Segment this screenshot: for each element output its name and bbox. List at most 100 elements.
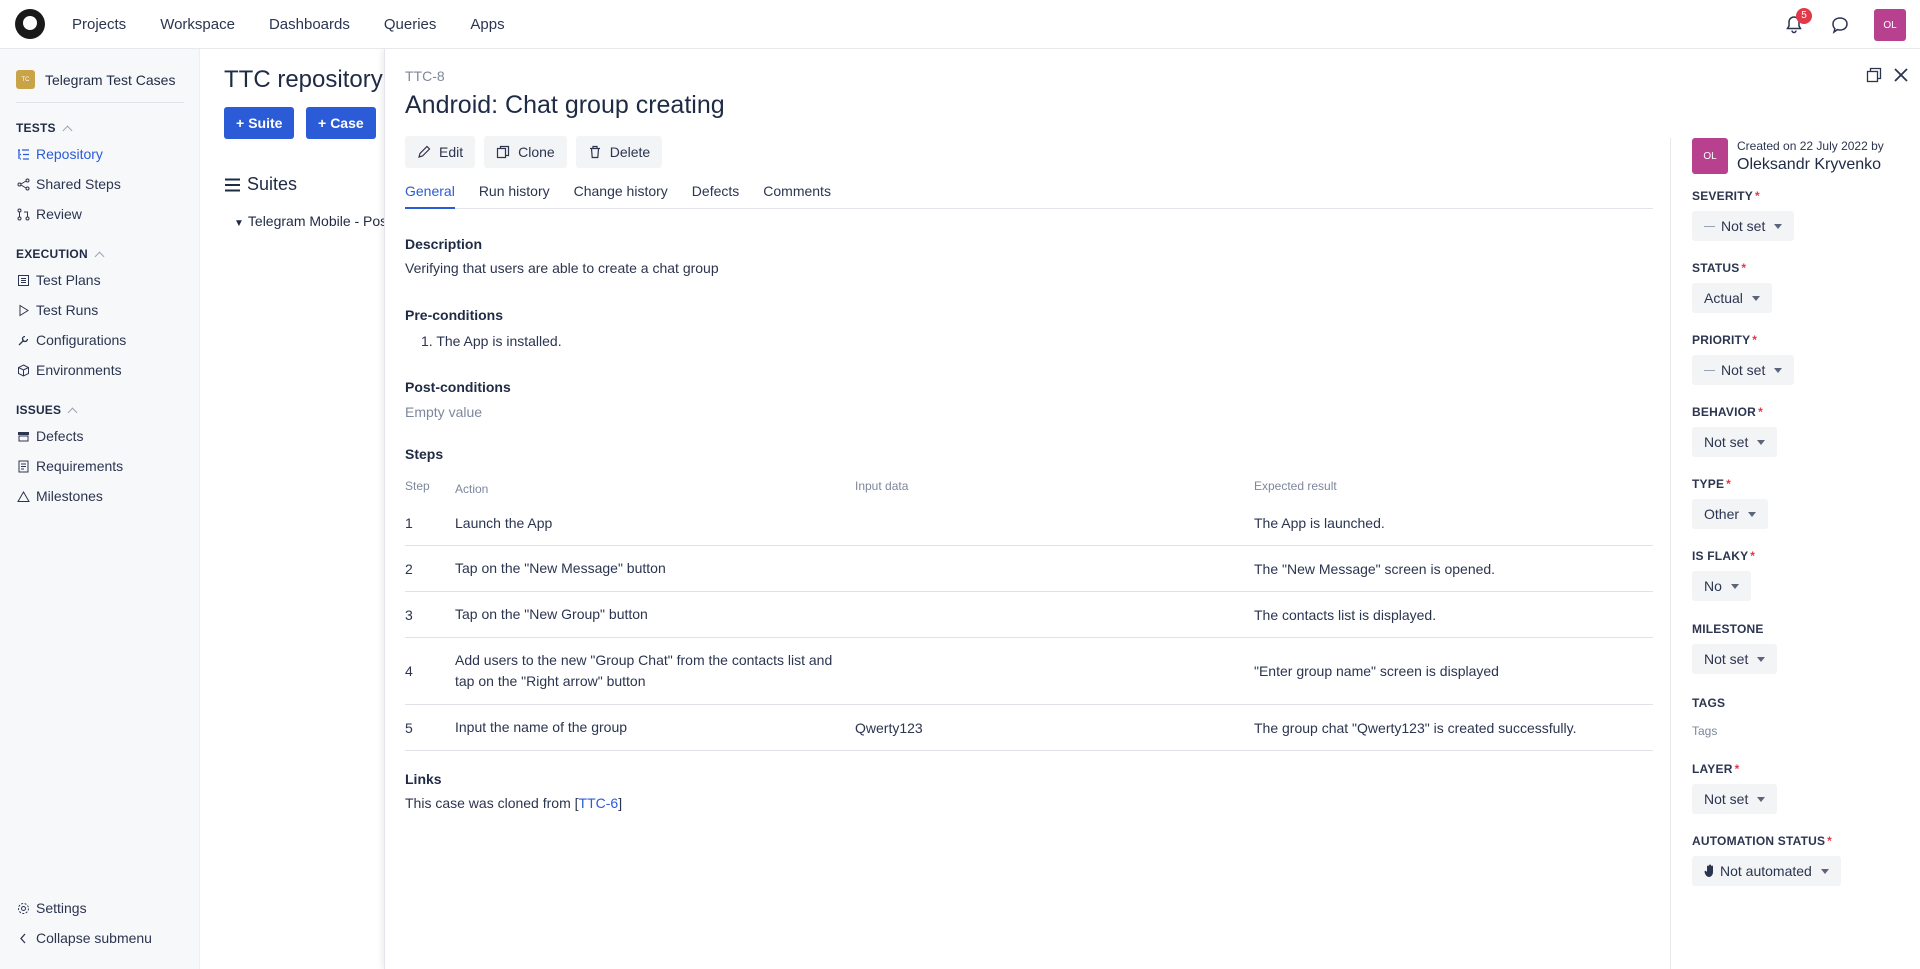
table-row[interactable]: 5 Input the name of the group Qwerty123 … [405,705,1653,751]
suites-heading: Suites [224,174,297,195]
play-icon [19,304,29,316]
open-in-window-icon[interactable] [1866,67,1882,83]
tags-label: TAGS [1692,696,1726,710]
nav-dashboards[interactable]: Dashboards [269,16,350,33]
is-flaky-select[interactable]: No [1692,571,1751,601]
caret-down-icon [1757,796,1766,802]
sidebar-item-milestones[interactable]: Milestones [0,481,199,511]
required-mark: * [1741,261,1747,275]
step-expected: "Enter group name" screen is displayed [1254,663,1499,679]
section-tests-label: TESTS [16,121,56,135]
section-tests[interactable]: TESTS [16,121,199,135]
add-case-label: Case [330,115,364,131]
user-avatar[interactable]: OL [1874,9,1906,41]
step-action: Launch the App [455,514,553,531]
sidebar-item-configurations[interactable]: Configurations [0,325,199,355]
sidebar-item-test-runs[interactable]: Test Runs [0,295,199,325]
add-case-button[interactable]: + Case [306,107,376,139]
required-mark: * [1758,405,1763,419]
field-is-flaky: IS FLAKY * No [1692,549,1755,601]
step-expected: The group chat "Qwerty123" is created su… [1254,719,1577,736]
sidebar-item-settings[interactable]: Settings [0,893,200,923]
steps-header-row: Step Action Input data Expected result [405,479,1653,501]
sidebar-item-review[interactable]: Review [0,199,199,229]
sidebar-item-repository[interactable]: Repository [0,139,199,169]
links-label: Links [405,771,442,787]
document-icon [18,460,29,472]
automation-status-select[interactable]: Not automated [1692,856,1841,886]
hamburger-icon[interactable] [224,178,242,192]
clone-button[interactable]: Clone [484,136,567,168]
gear-icon [18,902,29,914]
trash-icon [589,145,600,159]
sidebar-item-requirements[interactable]: Requirements [0,451,199,481]
add-suite-button[interactable]: + Suite [224,107,295,139]
required-mark: * [1750,549,1756,563]
tab-general[interactable]: General [405,179,455,209]
suite-tree-item[interactable]: ▼ Telegram Mobile - Pos [234,213,387,229]
table-row[interactable]: 3 Tap on the "New Group" button The cont… [405,592,1653,638]
steps-col-action: Action [455,482,489,496]
share-nodes-icon [17,178,30,190]
case-id: TTC-8 [405,68,445,84]
severity-select[interactable]: Not set [1692,211,1795,241]
behavior-value: Not set [1704,434,1749,450]
notifications-bell-icon[interactable]: 5 [1784,8,1812,35]
field-layer: LAYER * Not set [1692,762,1778,814]
behavior-select[interactable]: Not set [1692,427,1778,457]
required-mark: * [1752,333,1758,347]
project-icon: TC [16,70,35,89]
field-status: STATUS * Actual [1692,261,1772,313]
field-type: TYPE * Other [1692,477,1769,529]
section-execution-label: EXECUTION [16,247,88,261]
caret-down-icon[interactable]: ▼ [234,218,244,229]
chat-icon[interactable] [1830,15,1850,35]
close-icon[interactable] [1893,67,1909,83]
step-action: Tap on the "New Group" button [455,606,648,622]
tab-defects[interactable]: Defects [692,179,739,209]
pencil-icon [418,145,431,158]
sidebar: TC Telegram Test Cases TESTS Repository … [0,49,200,969]
cloned-from-link[interactable]: TTC-6 [579,795,619,811]
delete-button[interactable]: Delete [575,136,663,168]
field-severity: SEVERITY * Not set [1692,189,1795,241]
status-select[interactable]: Actual [1692,283,1772,313]
table-row[interactable]: 2 Tap on the "New Message" button The "N… [405,546,1653,592]
logo-icon[interactable] [15,9,45,39]
sidebar-item-label: Milestones [36,488,103,504]
nav-apps[interactable]: Apps [470,16,504,33]
sidebar-item-test-plans[interactable]: Test Plans [0,265,199,295]
table-row[interactable]: 1 Launch the App The App is launched. [405,501,1653,546]
step-number: 3 [405,606,413,623]
edit-button[interactable]: Edit [405,136,476,168]
tab-change-history[interactable]: Change history [574,179,668,209]
nav-projects[interactable]: Projects [72,16,126,33]
table-row[interactable]: 4 Add users to the new "Group Chat" from… [405,638,1653,705]
author-name[interactable]: Oleksandr Kryvenko [1737,156,1884,174]
section-execution[interactable]: EXECUTION [16,247,199,261]
tab-run-history[interactable]: Run history [479,179,550,209]
step-number: 1 [405,515,413,531]
sidebar-item-shared-steps[interactable]: Shared Steps [0,169,199,199]
nav-workspace[interactable]: Workspace [160,16,235,33]
step-action: Tap on the "New Message" button [455,560,666,576]
chevron-up-icon [67,407,78,417]
caret-down-icon [1774,223,1783,229]
status-value: Actual [1704,290,1743,306]
layer-select[interactable]: Not set [1692,784,1778,814]
wrench-icon [18,335,29,345]
type-select[interactable]: Other [1692,499,1769,529]
section-issues[interactable]: ISSUES [16,403,199,417]
collapse-submenu-button[interactable]: Collapse submenu [0,923,200,953]
required-mark: * [1726,477,1732,491]
step-number: 2 [405,560,413,577]
author-avatar[interactable]: OL [1692,138,1728,174]
sidebar-item-environments[interactable]: Environments [0,355,199,385]
sidebar-item-defects[interactable]: Defects [0,421,199,451]
priority-select[interactable]: Not set [1692,355,1795,385]
tags-input[interactable]: Tags [1692,724,1725,738]
project-selector[interactable]: TC Telegram Test Cases [16,70,184,103]
milestone-select[interactable]: Not set [1692,644,1778,674]
nav-queries[interactable]: Queries [384,16,437,33]
tab-comments[interactable]: Comments [763,179,831,209]
